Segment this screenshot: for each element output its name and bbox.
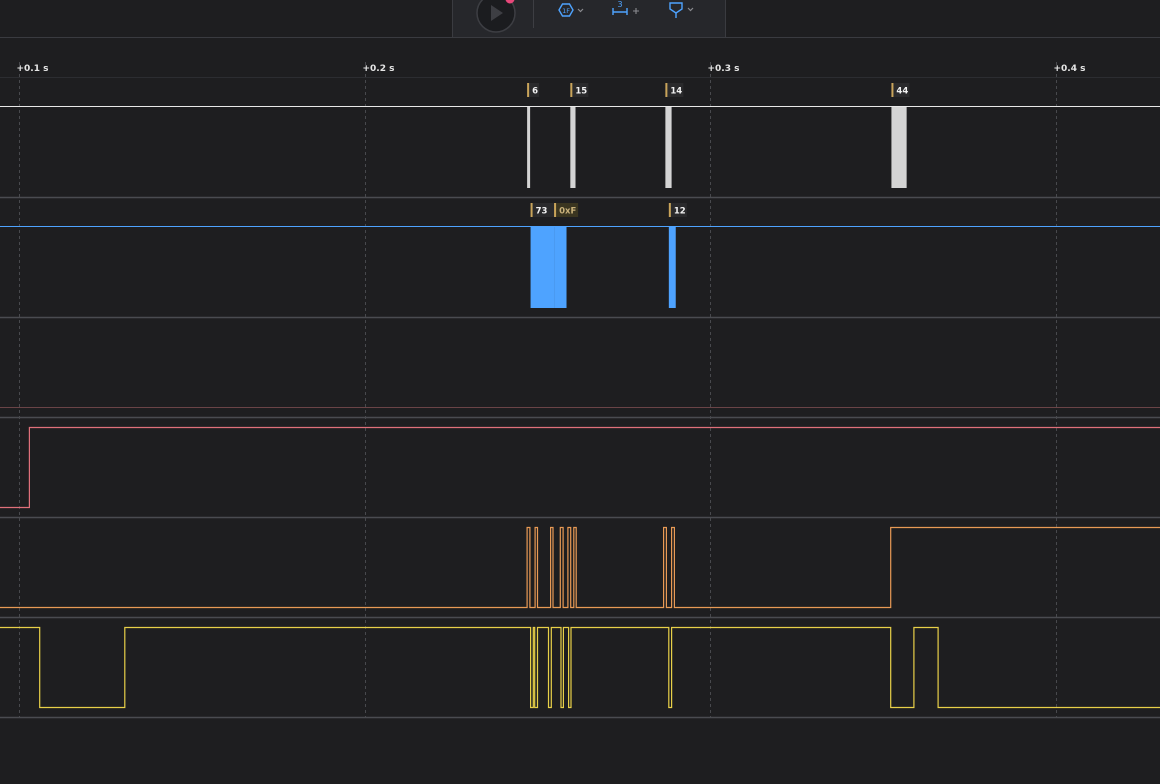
signal-red-waveform[interactable] xyxy=(0,426,1160,509)
analyzer-white-frame[interactable] xyxy=(665,107,672,188)
time-tick-label: +0.4 s xyxy=(1054,64,1086,74)
analyzer-blue-frame-label-marker xyxy=(554,203,557,217)
analyzer-blue-frame[interactable] xyxy=(530,227,555,308)
signal-yellow-waveform[interactable] xyxy=(0,626,1160,709)
time-tick-label: +0.2 s xyxy=(363,64,395,74)
measure-count: 3 xyxy=(617,0,622,9)
trigger-label: 1F xyxy=(562,7,570,15)
toolbar-divider xyxy=(533,0,534,28)
analyzer-white-frame-label: 44 xyxy=(896,87,908,97)
play-icon xyxy=(476,0,516,33)
timeline-view[interactable]: +0.1 s +0.2 s +0.3 s +0.4 s 6 15 14 44 73 0xF 12 xyxy=(0,0,1160,784)
analyzer-white-frame-label-marker xyxy=(891,83,894,97)
analyzer-blue-frame-label: 0xF xyxy=(559,207,576,217)
add-measurement-button[interactable]: 3 xyxy=(609,0,643,20)
analyzer-white-frame-label-marker xyxy=(527,83,530,97)
analyzer-white-frame[interactable] xyxy=(570,107,576,188)
marker-icon xyxy=(669,2,694,18)
analyzer-blue-frame[interactable] xyxy=(668,227,676,308)
capture-toolbar: 1F 3 xyxy=(452,0,726,38)
analyzer-blue-frame-label: 73 xyxy=(536,207,548,217)
time-tick-label: +0.1 s xyxy=(17,64,49,74)
analyzer-white-frame-label: 6 xyxy=(532,87,538,97)
analyzer-blue-frame-label: 12 xyxy=(674,207,686,217)
waveform-canvas[interactable]: +0.1 s +0.2 s +0.3 s +0.4 s 6 15 14 44 73 0xF 12 xyxy=(0,0,1160,784)
trigger-icon: 1F xyxy=(558,3,584,17)
analyzer-blue-frame-label-marker xyxy=(530,203,533,217)
analyzer-white-frame-label-marker xyxy=(570,83,573,97)
run-button[interactable] xyxy=(475,0,517,34)
analyzer-blue-frame[interactable] xyxy=(554,227,567,308)
signal-orange-waveform[interactable] xyxy=(0,526,1160,609)
trigger-button[interactable]: 1F xyxy=(553,0,589,22)
time-tick-label: +0.3 s xyxy=(708,64,740,74)
analyzer-white-frame-label: 15 xyxy=(575,87,587,97)
analyzer-white-frame[interactable] xyxy=(527,107,531,188)
analyzer-white-frame[interactable] xyxy=(891,107,907,188)
analyzer-white-frame-label: 14 xyxy=(670,87,682,97)
analyzer-blue-frame-label-marker xyxy=(668,203,671,217)
measure-icon: 3 xyxy=(612,0,639,15)
analyzer-white-frame-label-marker xyxy=(665,83,668,97)
marker-button[interactable] xyxy=(665,0,699,21)
